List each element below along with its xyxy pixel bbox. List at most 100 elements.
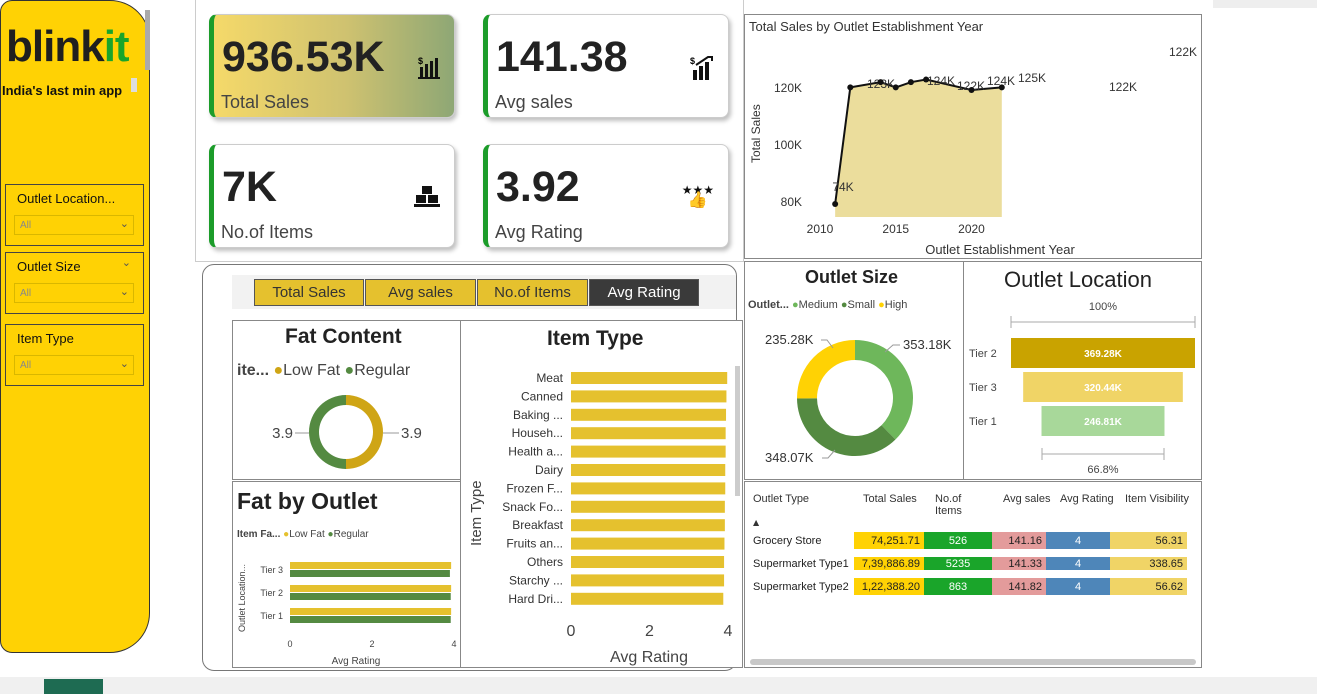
table-cell: 4 bbox=[1046, 532, 1110, 553]
item-type-slicer[interactable]: Item Type All ⌄ bbox=[5, 324, 144, 386]
category-label: Others bbox=[527, 555, 563, 569]
x-tick-label: 2015 bbox=[882, 222, 909, 236]
top-label: 100% bbox=[1089, 301, 1117, 313]
sales-by-year-panel: Total Sales by Outlet Establishment Year… bbox=[744, 14, 1202, 259]
table-cell: 56.62 bbox=[1110, 570, 1187, 595]
data-point bbox=[832, 201, 839, 207]
table-cell: 141.82 bbox=[992, 570, 1046, 595]
legend-item: Small bbox=[847, 299, 876, 311]
category-label: Tier 2 bbox=[969, 348, 997, 360]
x-tick-label: 0 bbox=[567, 623, 576, 640]
tagline: India's last min app bbox=[2, 83, 123, 98]
window-edge bbox=[1213, 0, 1317, 8]
table-row[interactable]: Supermarket Type2 1,22,388.20 863 141.82 4 56… bbox=[749, 570, 1187, 595]
kpi-total-sales: 936.53K Total Sales $ bbox=[209, 14, 455, 118]
column-header[interactable]: Outlet Type bbox=[753, 493, 809, 505]
chart-legend: Item Fa... ●Low Fat ●Regular bbox=[237, 529, 369, 540]
column-header[interactable]: Item Visibility bbox=[1125, 493, 1189, 505]
bar bbox=[290, 616, 451, 623]
fat-content-donut: 3.9 3.9 bbox=[272, 395, 422, 469]
legend-item: Low Fat bbox=[283, 362, 341, 379]
fat-content-panel: Fat Content ite... ●Low Fat ●Regular 3.9… bbox=[232, 320, 461, 480]
bar bbox=[571, 537, 725, 550]
column-header[interactable]: Avg sales bbox=[1003, 493, 1051, 505]
outlet-location-slicer[interactable]: Outlet Location... All ⌄ bbox=[5, 184, 144, 246]
bar bbox=[290, 593, 451, 600]
scrollbar[interactable] bbox=[735, 366, 740, 496]
legend-title: Outlet... bbox=[748, 299, 789, 311]
bottom-label: 66.8% bbox=[1087, 464, 1118, 476]
data-point bbox=[968, 86, 975, 93]
fat-by-outlet-chart: Outlet Location... Avg Rating Tier 3 Tier… bbox=[237, 562, 457, 667]
slicer-label: Outlet Location... bbox=[17, 191, 116, 206]
chart-legend: Outlet... ●Medium ●Small ●High bbox=[748, 299, 908, 311]
kpi-caption: No.of Items bbox=[221, 222, 314, 242]
bar bbox=[290, 608, 452, 615]
chart-legend: ite... ●Low Fat ●Regular bbox=[237, 362, 411, 379]
category-label: Meat bbox=[536, 371, 563, 385]
scroll-marker bbox=[131, 78, 137, 92]
category-label: Baking ... bbox=[513, 408, 563, 422]
kpi-avg-sales: 141.38 Avg sales $ bbox=[483, 14, 729, 118]
axis-title: Outlet Location... bbox=[237, 564, 247, 632]
category-label: Health a... bbox=[508, 445, 563, 459]
table-row[interactable]: Grocery Store 74,251.71 526 141.16 4 56.31 bbox=[749, 532, 1187, 553]
kpi-caption: Avg Rating bbox=[495, 222, 583, 242]
item-type-panel: Item Type Item Type Avg Rating Meat Canne… bbox=[460, 320, 743, 668]
column-header[interactable]: Avg Rating bbox=[1060, 493, 1114, 505]
sales-chart-icon: $ bbox=[418, 55, 440, 84]
page-tab[interactable] bbox=[44, 679, 103, 694]
sales-by-year-chart: Total Sales Outlet Establishment Year 80… bbox=[749, 45, 1197, 257]
data-label: 122K bbox=[1109, 80, 1137, 94]
column-header[interactable]: No.of Items bbox=[935, 493, 975, 517]
bar-growth-icon: $ bbox=[690, 55, 714, 86]
brand-logo: blinkit bbox=[6, 22, 130, 71]
tab-avg-sales[interactable]: Avg sales bbox=[365, 279, 476, 306]
tab-total-sales[interactable]: Total Sales bbox=[254, 279, 364, 306]
item-type-dropdown[interactable]: All ⌄ bbox=[14, 355, 134, 375]
data-point bbox=[923, 76, 930, 83]
slicer-label: Item Type bbox=[17, 331, 74, 346]
bar bbox=[290, 585, 452, 592]
kpi-caption: Total Sales bbox=[221, 92, 310, 112]
x-tick-label: 4 bbox=[451, 639, 456, 649]
bar bbox=[571, 482, 726, 495]
bar bbox=[571, 592, 724, 605]
tab-avg-rating[interactable]: Avg Rating bbox=[589, 279, 699, 306]
data-point bbox=[892, 84, 899, 91]
table-cell: 141.33 bbox=[992, 549, 1046, 574]
donut-slice bbox=[855, 340, 913, 440]
horizontal-scrollbar[interactable] bbox=[750, 659, 1196, 665]
bar bbox=[571, 390, 727, 403]
chevron-down-icon: ⌄ bbox=[119, 218, 129, 230]
outlet-size-slicer[interactable]: Outlet Size ⌄ All ⌄ bbox=[5, 252, 144, 314]
table-cell: 863 bbox=[924, 570, 992, 595]
table-cell: Grocery Store bbox=[749, 532, 854, 553]
category-label: Tier 2 bbox=[260, 588, 283, 598]
bar bbox=[571, 427, 726, 440]
y-tick-label: 80K bbox=[781, 195, 802, 209]
table-cell: 7,39,886.89 bbox=[854, 549, 924, 574]
bar bbox=[571, 574, 725, 587]
outlet-size-dropdown[interactable]: All ⌄ bbox=[14, 283, 134, 303]
outlet-type-table-panel: Outlet Type Total Sales No.of Items Avg … bbox=[744, 481, 1202, 668]
sort-up-icon[interactable]: ▲ bbox=[753, 518, 759, 527]
legend-item: Regular bbox=[354, 362, 411, 379]
table-row[interactable]: Supermarket Type1 7,39,886.89 5235 141.33 4 3… bbox=[749, 549, 1187, 574]
item-type-chart: Item Type Avg Rating Meat Canned Baking ..… bbox=[468, 366, 740, 666]
boxes-icon bbox=[414, 185, 440, 212]
tab-no-of-items[interactable]: No.of Items bbox=[477, 279, 588, 306]
legend-item: Regular bbox=[333, 529, 369, 540]
category-label: Starchy ... bbox=[509, 573, 563, 587]
bar bbox=[290, 570, 450, 577]
donut-slice bbox=[346, 395, 383, 469]
data-label: 3.9 bbox=[401, 425, 422, 442]
x-tick-label: 2020 bbox=[958, 222, 985, 236]
category-label: Tier 3 bbox=[969, 382, 997, 394]
column-header[interactable]: Total Sales bbox=[863, 493, 917, 505]
outlet-location-dropdown[interactable]: All ⌄ bbox=[14, 215, 134, 235]
table-cell: Supermarket Type2 bbox=[749, 570, 854, 595]
category-label: Tier 1 bbox=[260, 611, 283, 621]
data-label: 3.9 bbox=[272, 425, 293, 442]
data-point bbox=[907, 79, 914, 86]
